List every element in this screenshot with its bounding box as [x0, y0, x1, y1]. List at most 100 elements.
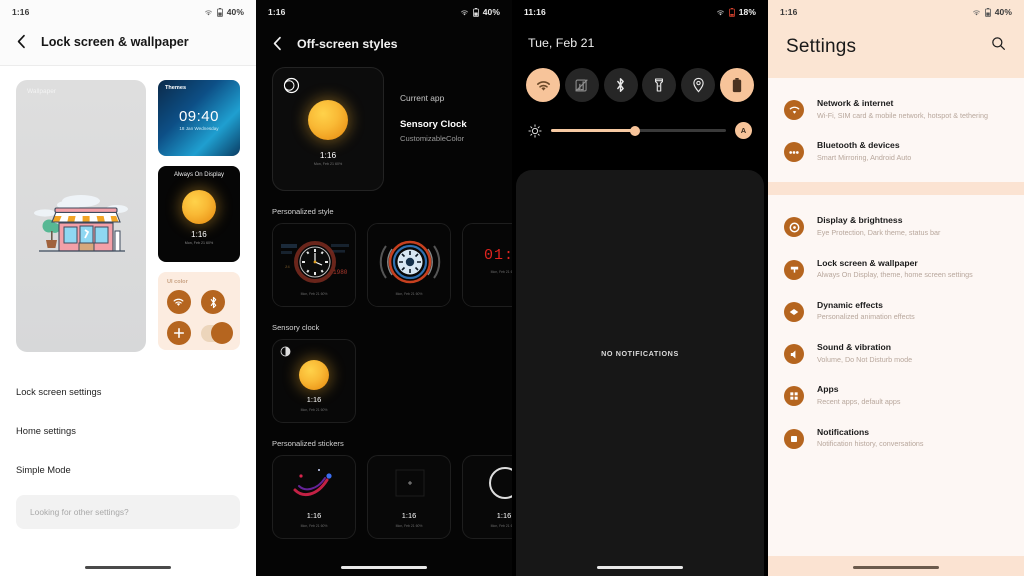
style-tile[interactable]: 01:1 Mon, Feb 21 60% [462, 223, 512, 307]
notification-shade: NO NOTIFICATIONS [516, 170, 764, 576]
svg-text:24: 24 [285, 266, 290, 270]
navigation-bar-handle[interactable] [85, 565, 171, 569]
settings-item-dynamic-effects[interactable]: Dynamic effects Personalized animation e… [768, 290, 1024, 332]
section-separator [768, 182, 1024, 196]
navigation-bar-handle[interactable] [341, 565, 427, 569]
personalized-style-row[interactable]: 1980 24 Mon, Feb 21 60% Mon, Feb 21 60% … [256, 223, 512, 307]
navigation-bar-handle[interactable] [597, 565, 683, 569]
list-item-lock-screen-settings[interactable]: Lock screen settings [16, 372, 240, 411]
panel-settings: 1:16 40% Settings Network & internet Wi-… [768, 0, 1024, 576]
sticker-tile[interactable]: 1:16 Mon, Feb 21 60% [272, 455, 356, 539]
moon-phase-icon [283, 77, 300, 94]
settings-item-subtitle: Wi-Fi, SIM card & mobile network, hotspo… [817, 110, 988, 120]
settings-item-title: Sound & vibration [817, 342, 891, 353]
themes-date: 18 Jan Wednesday [179, 126, 219, 131]
brightness-icon [528, 123, 542, 138]
battery-icon [472, 7, 479, 17]
sticker-tile[interactable]: 1:16 Mon, Feb 21 60% [367, 455, 451, 539]
comet-sticker [293, 469, 332, 497]
settings-item-sound-vibration[interactable]: Sound & vibration Volume, Do Not Disturb… [768, 332, 1024, 374]
sound-icon [784, 344, 804, 365]
section-title-sensory-clock: Sensory clock [272, 323, 320, 332]
themes-card-label: Themes [164, 85, 187, 91]
tile-date: Mon, Feb 21 60% [490, 524, 512, 528]
settings-item-display-brightness[interactable]: Display & brightness Eye Protection, Dar… [768, 205, 1024, 247]
themes-clock: 09:40 [178, 108, 219, 125]
bluetooth-icon [201, 290, 225, 314]
settings-item-lock-screen-wallpaper[interactable]: Lock screen & wallpaper Always On Displa… [768, 248, 1024, 290]
sun-icon [181, 190, 216, 224]
search-icon[interactable] [991, 36, 1006, 51]
aod-card-label: Always On Display [173, 172, 224, 178]
back-chevron-icon[interactable] [272, 36, 283, 51]
settings-item-apps[interactable]: Apps Recent apps, default apps [768, 374, 1024, 416]
settings-item-title: Display & brightness [817, 215, 903, 226]
settings-item-network-internet[interactable]: Network & internet Wi-Fi, SIM card & mob… [768, 88, 1024, 130]
current-style-preview: 1:16 Mon, Feb 21 60% Current app Sensory… [256, 67, 512, 191]
wifi-icon [204, 9, 213, 16]
wallpaper-card[interactable]: Wallpaper [16, 80, 146, 352]
battery-percent: 18% [738, 7, 756, 17]
tile-date: Mon, Feb 21 60% [395, 524, 423, 528]
settings-item-title: Bluetooth & devices [817, 140, 900, 151]
section-title-personalized-style: Personalized style [272, 207, 334, 216]
navigation-bar-handle[interactable] [853, 565, 939, 569]
ui-color-label: UI color [166, 279, 188, 285]
auto-brightness-button[interactable]: A [735, 122, 752, 139]
page-title: Lock screen & wallpaper [41, 34, 189, 49]
bluetooth-devices-icon [784, 142, 804, 163]
lock-screen-icon [784, 259, 804, 280]
shade-date: Tue, Feb 21 [528, 36, 595, 50]
battery-percent: 40% [482, 7, 500, 17]
list-item-simple-mode[interactable]: Simple Mode [16, 450, 240, 489]
battery-icon [216, 7, 223, 17]
status-time: 11:16 [524, 7, 546, 17]
settings-group-2: Display & brightness Eye Protection, Dar… [768, 195, 1024, 469]
settings-item-subtitle: Notification history, conversations [817, 439, 924, 449]
status-bar: 1:16 40% [768, 0, 1024, 24]
wallpaper-card-label: Wallpaper [27, 88, 57, 95]
settings-item-subtitle: Eye Protection, Dark theme, status bar [817, 227, 941, 237]
search-other-settings[interactable]: Looking for other settings? [16, 495, 240, 529]
current-app-label: Current app [400, 93, 445, 103]
battery-percent: 40% [226, 7, 244, 17]
brightness-slider[interactable] [551, 125, 726, 136]
tile-date: Mon, Feb 21 60% [300, 524, 328, 528]
ui-color-toggle[interactable] [201, 322, 233, 344]
preview-clock: 1:16 [319, 150, 337, 160]
ui-color-card[interactable]: UI color [157, 272, 240, 350]
settings-group-1: Network & internet Wi-Fi, SIM card & mob… [768, 78, 1024, 183]
location-tile[interactable] [681, 68, 716, 102]
preview-card[interactable]: 1:16 Mon, Feb 21 60% [272, 67, 384, 191]
aod-date: Mon, Feb 21 60% [184, 241, 214, 245]
page-title: Settings [786, 36, 857, 57]
battery-saver-tile[interactable] [719, 68, 754, 102]
preview-date: Mon, Feb 21 60% [313, 162, 343, 166]
settings-item-title: Notifications [817, 426, 870, 437]
sticker-tile[interactable]: 1:16 Mon, Feb 21 60% [462, 455, 512, 539]
settings-item-notifications[interactable]: Notifications Notification history, conv… [768, 417, 1024, 459]
back-chevron-icon[interactable] [16, 34, 27, 49]
personalized-stickers-row[interactable]: 1:16 Mon, Feb 21 60% 1:16 Mon, Feb 21 60… [256, 455, 512, 539]
settings-item-subtitle: Always On Display, theme, home screen se… [817, 270, 973, 280]
wifi-tile[interactable] [526, 68, 560, 102]
settings-item-title: Network & internet [817, 98, 894, 108]
flashlight-tile[interactable] [642, 68, 677, 102]
list-item-home-settings[interactable]: Home settings [16, 411, 240, 450]
always-on-display-card[interactable]: Always On Display 1:16 Mon, Feb 21 60% [157, 166, 240, 262]
settings-item-subtitle: Volume, Do Not Disturb mode [817, 354, 913, 364]
battery-icon [984, 7, 991, 17]
sensory-clock-tile[interactable]: 1:16 Mon, Feb 21 60% [272, 339, 356, 423]
settings-list: Lock screen settings Home settings Simpl… [16, 372, 240, 489]
brightness-row: A [512, 102, 768, 139]
style-tile[interactable]: Mon, Feb 21 60% [367, 223, 451, 307]
tile-date: Mon, Feb 21 60% [300, 408, 328, 412]
bluetooth-tile[interactable] [603, 68, 638, 102]
tile-clock: 1:16 [401, 511, 417, 520]
sensory-clock-row[interactable]: 1:16 Mon, Feb 21 60% [256, 339, 512, 423]
themes-card[interactable]: Themes 09:40 18 Jan Wednesday [157, 80, 240, 156]
style-tile[interactable]: 1980 24 Mon, Feb 21 60% [272, 223, 356, 307]
wifi-icon [166, 290, 191, 314]
settings-item-bluetooth-devices[interactable]: Bluetooth & devices Smart Mirroring, And… [768, 130, 1024, 172]
mobile-data-off-tile[interactable] [564, 68, 599, 102]
